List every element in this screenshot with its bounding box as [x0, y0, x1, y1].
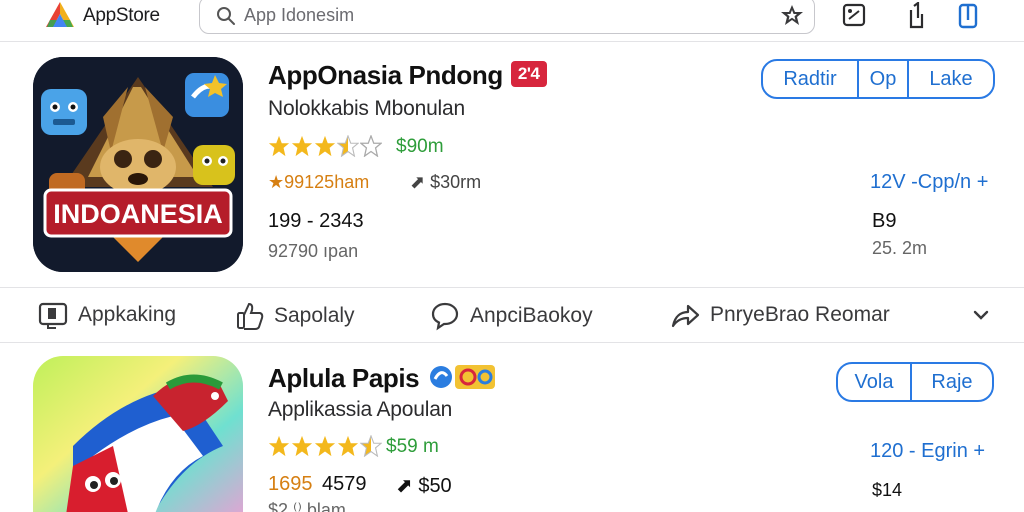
chat-bubble-icon	[431, 302, 459, 331]
like-button[interactable]: Lake	[909, 61, 993, 97]
review-count: ★99125ham	[268, 172, 370, 192]
app-subtitle: Applikassia Apoulan	[268, 398, 453, 421]
gallery-icon[interactable]	[842, 2, 866, 28]
favorite-star-icon[interactable]	[780, 4, 804, 26]
action-row: Appkaking Sapolaly AnpciBaokoy PnryeBrao…	[0, 287, 1024, 343]
file-size: $2 ⁽⁾ blam	[268, 500, 346, 512]
age-rating: B9	[872, 210, 897, 232]
app-badge-icons	[430, 365, 496, 390]
star-rating	[268, 135, 382, 157]
app-title-text: AppOnasia Pndong	[268, 60, 503, 90]
search-icon	[217, 7, 235, 25]
app-title[interactable]: AppOnasia Pndong 2'4	[268, 60, 547, 91]
share-upload-icon[interactable]	[904, 2, 928, 30]
download-count: 4579	[322, 473, 367, 495]
search-bar[interactable]	[199, 0, 815, 34]
star-icon-full	[314, 135, 336, 157]
download-stat: ⬈ $30rm	[410, 172, 482, 192]
brand-name: AppStore	[83, 5, 160, 26]
download-stat: ⬈ $50	[396, 475, 452, 497]
star-icon-empty	[360, 135, 382, 157]
review-count: 1695	[268, 473, 313, 495]
star-icon-full	[337, 435, 359, 457]
app-button-group: Radtir Op Lake	[761, 59, 995, 99]
star-icon-half	[337, 135, 359, 157]
bookmark-icon[interactable]	[957, 2, 979, 30]
action-appkaking[interactable]: Appkaking	[38, 301, 176, 329]
version-link[interactable]: 120 - Egrin +	[870, 440, 985, 463]
app-icon-artwork: INDOANESIA	[33, 57, 243, 272]
action-share[interactable]: PnryeBrao Reomar	[670, 301, 890, 329]
action-label: Sapolaly	[274, 304, 355, 327]
app-icon-artwork	[33, 356, 243, 512]
app-button-group: Vola Raje	[836, 362, 994, 402]
open-button[interactable]: Op	[859, 61, 909, 97]
app-icon-indonesia[interactable]: INDOANESIA	[33, 57, 243, 272]
rate-button[interactable]: Radtir	[763, 61, 859, 97]
action-anpcibaokoy[interactable]: AnpciBaokoy	[430, 301, 593, 331]
install-count: 25. 2m	[872, 238, 928, 258]
install-count: $14	[872, 480, 903, 500]
star-icon-half	[360, 435, 382, 457]
share-arrow-icon	[671, 304, 700, 328]
action-label: AnpciBaokoy	[470, 304, 593, 327]
version-link[interactable]: 12V -Cpp/n +	[870, 171, 988, 194]
app-badge: 2'4	[510, 61, 547, 88]
star-icon-full	[291, 435, 313, 457]
app-title-text: Aplula Papis	[268, 363, 420, 393]
star-icon-full	[268, 135, 290, 157]
star-rating	[268, 435, 382, 457]
app-price: $59 m	[386, 436, 439, 457]
app-icon-label: INDOANESIA	[53, 199, 223, 229]
appstore-logo-icon[interactable]	[44, 1, 76, 29]
thumbs-up-icon	[237, 302, 264, 330]
star-icon-full	[268, 435, 290, 457]
view-button[interactable]: Vola	[838, 364, 912, 400]
app-icon-aplula[interactable]	[33, 356, 243, 512]
book-icon	[38, 302, 68, 329]
search-input[interactable]	[244, 3, 764, 27]
app-subtitle: Nolokkabis Mbonulan	[268, 97, 465, 120]
star-icon-full	[314, 435, 336, 457]
action-label: Appkaking	[78, 303, 177, 326]
rate-button[interactable]: Raje	[912, 364, 992, 400]
app-title[interactable]: Aplula Papis	[268, 363, 498, 394]
release-date: 199 - 2343	[268, 210, 364, 232]
file-size: 92790 ıpan	[268, 241, 359, 261]
star-icon-full	[291, 135, 313, 157]
app-price: $90m	[396, 136, 444, 157]
chevron-down-icon[interactable]	[972, 308, 990, 322]
top-bar: AppStore	[0, 0, 1024, 42]
action-sapolaly[interactable]: Sapolaly	[236, 301, 355, 331]
action-label: PnryeBrao Reomar	[710, 303, 890, 326]
